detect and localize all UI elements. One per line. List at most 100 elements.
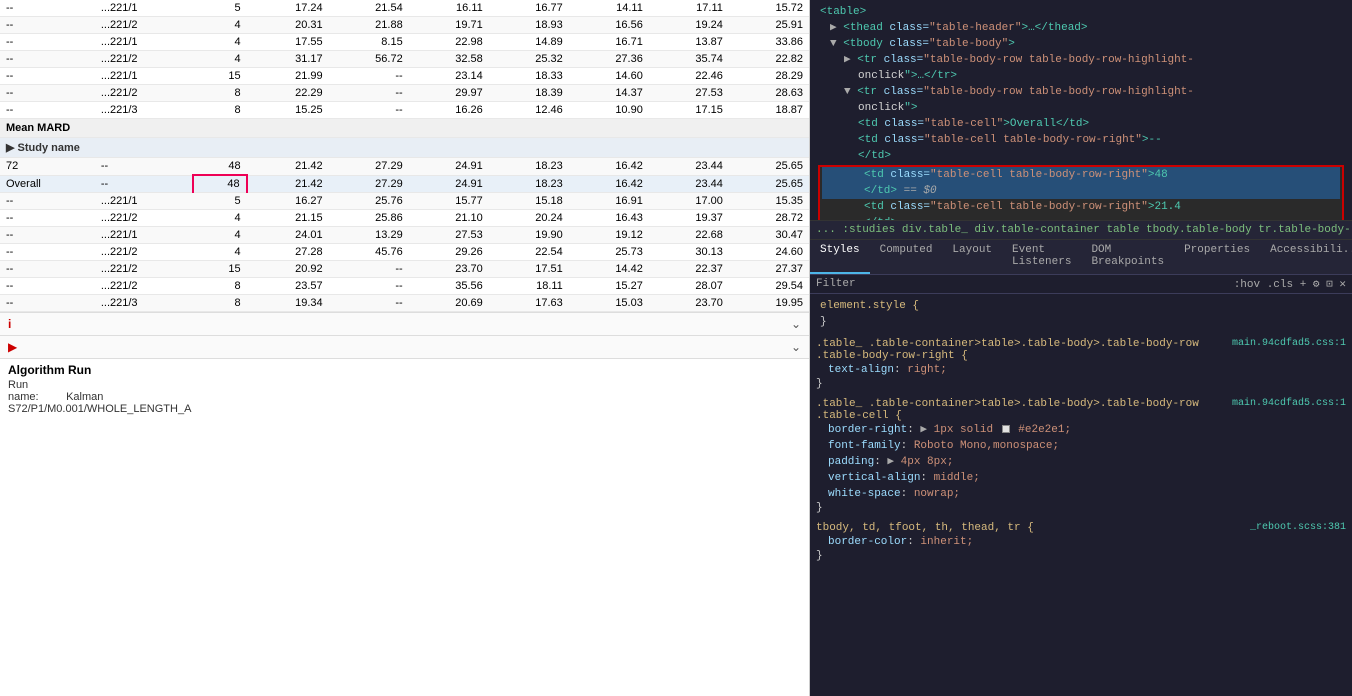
- cell: 15: [193, 261, 246, 278]
- table-row: -- ...221/1 4 24.01 13.29 27.53 19.90 19…: [0, 227, 809, 244]
- cell: 16.11: [409, 0, 489, 17]
- table-row: -- ...221/2 4 20.31 21.88 19.71 18.93 16…: [0, 17, 809, 34]
- run-label: Run: [8, 379, 28, 391]
- css-prop-font-family: font-family: [828, 440, 901, 452]
- cell: 4: [193, 34, 246, 51]
- cell: 28.07: [649, 278, 729, 295]
- cell: 8: [193, 102, 246, 119]
- cell: 20.69: [409, 295, 489, 312]
- dom-line: ▼ <tr class="table-body-row table-body-r…: [816, 84, 1346, 100]
- cell: 27.53: [649, 85, 729, 102]
- dom-line: ▼ <tbody class="table-body">: [816, 36, 1346, 52]
- overall-row: Overall -- 48 21.42 27.29 24.91 18.23 16…: [0, 175, 809, 193]
- left-panel: -- ...221/1 5 17.24 21.54 16.11 16.77 14…: [0, 0, 810, 696]
- cell: 18.11: [489, 278, 569, 295]
- cell: --: [0, 244, 95, 261]
- cell: 19.37: [649, 210, 729, 227]
- cell: 72: [0, 158, 95, 176]
- cell: 25.32: [489, 51, 569, 68]
- cell: 16.27: [247, 193, 329, 210]
- tab-layout[interactable]: Layout: [942, 240, 1002, 274]
- css-source-1: main.94cdfad5.css:1: [1232, 338, 1346, 349]
- table-row: -- ...221/2 8 22.29 -- 29.97 18.39 14.37…: [0, 85, 809, 102]
- cell: 22.37: [649, 261, 729, 278]
- cell: 22.54: [489, 244, 569, 261]
- cell: --: [329, 85, 409, 102]
- collapse-arrow-1: ⌄: [791, 317, 801, 331]
- cell: 18.23: [489, 158, 569, 176]
- cell: 24.91: [409, 175, 489, 193]
- cell: 15.77: [409, 193, 489, 210]
- table-row: -- ...221/3 8 19.34 -- 20.69 17.63 15.03…: [0, 295, 809, 312]
- table-row: -- ...221/1 15 21.99 -- 23.14 18.33 14.6…: [0, 68, 809, 85]
- cell: 4: [193, 210, 246, 227]
- cell: 8: [193, 295, 246, 312]
- cell: 21.42: [247, 175, 329, 193]
- collapse-section-2[interactable]: ▶ ⌄: [0, 335, 809, 358]
- study-name-icon: ▶: [6, 142, 18, 154]
- cell: --: [0, 85, 95, 102]
- cell: 30.13: [649, 244, 729, 261]
- css-selector-1: .table_ .table-container>table>.table-bo…: [816, 338, 1199, 350]
- cell: ...221/2: [95, 244, 194, 261]
- filter-bar: Filter :hov .cls + ⚙ ⊡ ✕: [810, 275, 1352, 294]
- css-value: right;: [907, 364, 947, 376]
- css-val-padding: 4px 8px;: [901, 456, 954, 468]
- cell: --: [0, 102, 95, 119]
- cell: --: [0, 0, 95, 17]
- css-selector-1b: .table-body-row-right {: [816, 350, 968, 362]
- breadcrumb-text: ... :studies div.table_ div.table-contai…: [816, 224, 1352, 236]
- cell: 18.87: [729, 102, 809, 119]
- css-prop-white-space: white-space: [828, 488, 901, 500]
- cell: --: [0, 210, 95, 227]
- tab-dom-breakpoints[interactable]: DOM Breakpoints: [1081, 240, 1174, 274]
- cell: ...221/2: [95, 51, 194, 68]
- cell: 16.71: [569, 34, 649, 51]
- cell: ...221/1: [95, 0, 194, 17]
- study-name-label: Study name: [18, 142, 80, 154]
- cell: 29.26: [409, 244, 489, 261]
- table-row: -- ...221/1 5 17.24 21.54 16.11 16.77 14…: [0, 0, 809, 17]
- cell: 21.54: [329, 0, 409, 17]
- table-row: -- ...221/2 4 27.28 45.76 29.26 22.54 25…: [0, 244, 809, 261]
- tab-properties[interactable]: Properties: [1174, 240, 1260, 274]
- tab-styles[interactable]: Styles: [810, 240, 870, 274]
- cell: 21.88: [329, 17, 409, 34]
- cell: 24.91: [409, 158, 489, 176]
- cell: ...221/1: [95, 227, 194, 244]
- cell: 18.23: [489, 175, 569, 193]
- cell: 15.27: [569, 278, 649, 295]
- cell: 16.42: [569, 158, 649, 176]
- cell: 16.56: [569, 17, 649, 34]
- cell: 18.93: [489, 17, 569, 34]
- cell: 25.91: [729, 17, 809, 34]
- cell: ...221/2: [95, 278, 194, 295]
- cell: --: [95, 175, 194, 193]
- css-prop: text-align: [828, 364, 894, 376]
- table-row: -- ...221/2 4 31.17 56.72 32.58 25.32 27…: [0, 51, 809, 68]
- dom-line: <table>: [816, 4, 1346, 20]
- cell: 27.53: [409, 227, 489, 244]
- cell: 21.10: [409, 210, 489, 227]
- cell: 25.76: [329, 193, 409, 210]
- dom-line: onclick">: [816, 100, 1346, 116]
- cell: 19.34: [247, 295, 329, 312]
- collapse-section-1[interactable]: i ⌄: [0, 312, 809, 335]
- css-prop-border-color: border-color: [828, 536, 907, 548]
- filter-input[interactable]: [860, 278, 1234, 290]
- collapse-icon-1: i: [8, 317, 11, 331]
- algo-run-name: name: Kalman: [8, 391, 801, 403]
- tab-accessibility[interactable]: Accessibili...: [1260, 240, 1352, 274]
- dom-highlighted-block: <td class="table-cell table-body-row-rig…: [818, 165, 1344, 220]
- css-source-3: _reboot.scss:381: [1250, 522, 1346, 533]
- tab-event-listeners[interactable]: Event Listeners: [1002, 240, 1081, 274]
- css-val-white-space: nowrap;: [914, 488, 960, 500]
- cell: 25.65: [729, 175, 809, 193]
- cell: 17.15: [649, 102, 729, 119]
- css-rule-3: tbody, td, tfoot, th, thead, tr { _reboo…: [816, 522, 1346, 562]
- cell: --: [0, 68, 95, 85]
- cell: --: [95, 158, 194, 176]
- tab-computed[interactable]: Computed: [870, 240, 943, 274]
- cell: 27.29: [329, 175, 409, 193]
- cell: 29.54: [729, 278, 809, 295]
